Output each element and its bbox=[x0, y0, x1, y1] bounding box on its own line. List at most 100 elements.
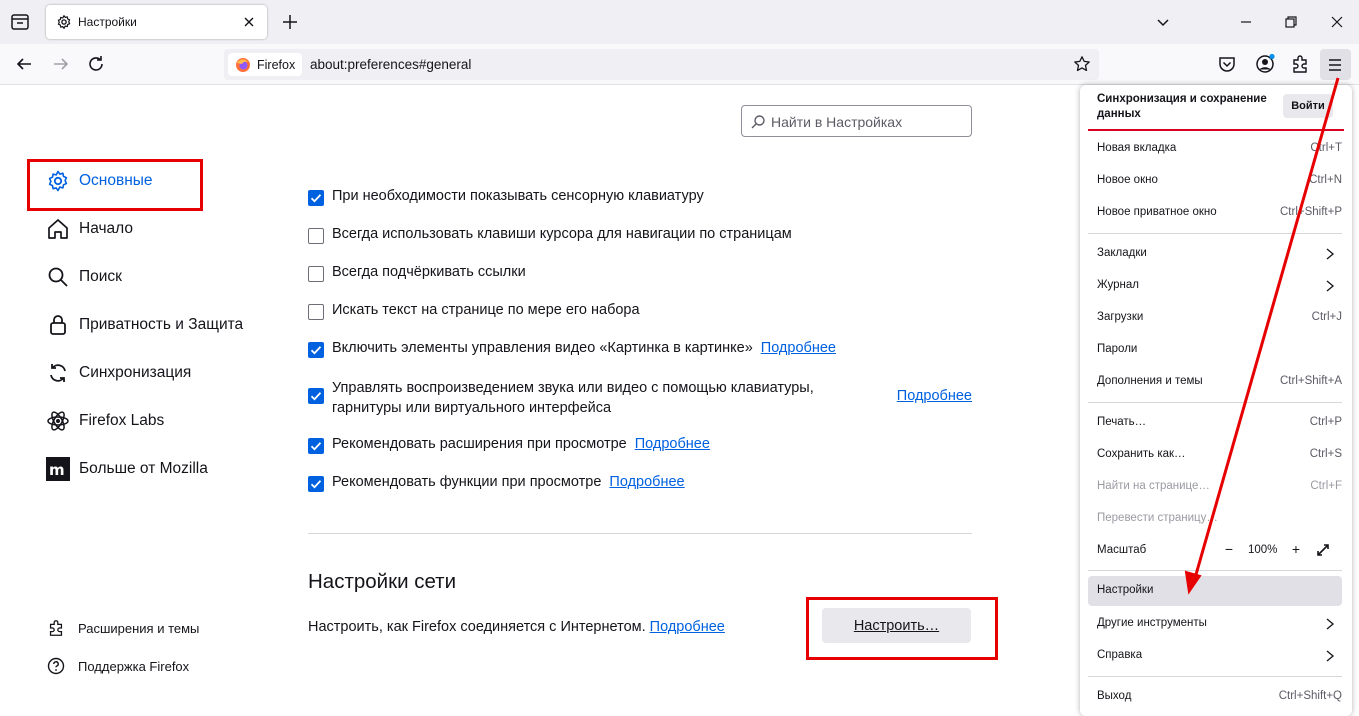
learn-more-link[interactable]: Подробнее bbox=[635, 436, 710, 452]
category-label: Синхронизация bbox=[79, 364, 192, 381]
footer-link-label: Поддержка Firefox bbox=[78, 658, 190, 674]
pocket-icon[interactable] bbox=[1216, 53, 1238, 75]
menu-label: Загрузки bbox=[1097, 311, 1144, 323]
category-label: Приватность и Защита bbox=[79, 316, 244, 333]
addons-themes-link[interactable]: Расширения и темы bbox=[46, 618, 199, 638]
menu-item-find-in-page[interactable]: Найти на странице… Ctrl+F bbox=[1088, 473, 1342, 501]
option-recommend-extensions[interactable]: Рекомендовать расширения при просмотре П… bbox=[308, 436, 710, 454]
option-find-as-type[interactable]: Искать текст на странице по мере его наб… bbox=[308, 302, 640, 320]
option-label: Всегда использовать клавиши курсора для … bbox=[332, 226, 792, 242]
category-label: Больше от Mozilla bbox=[79, 460, 208, 477]
menu-item-new-private-window[interactable]: Новое приватное окно Ctrl+Shift+P bbox=[1088, 199, 1342, 227]
minimize-icon[interactable] bbox=[1236, 12, 1256, 32]
new-tab-icon[interactable] bbox=[279, 11, 301, 33]
url-bar[interactable]: Firefox about:preferences#general bbox=[224, 49, 1099, 80]
firefox-logo-icon bbox=[236, 58, 250, 72]
learn-more-link[interactable]: Подробнее bbox=[761, 340, 836, 356]
category-search[interactable]: Поиск bbox=[46, 265, 122, 289]
menu-item-translate[interactable]: Перевести страницу… bbox=[1088, 505, 1342, 533]
extensions-icon[interactable] bbox=[1289, 53, 1311, 75]
menu-item-settings[interactable]: Настройки bbox=[1088, 576, 1342, 606]
checkbox-checked[interactable] bbox=[308, 476, 324, 492]
identity-label: Firefox bbox=[257, 58, 296, 72]
category-privacy[interactable]: Приватность и Защита bbox=[46, 313, 243, 337]
menu-label: Новое окно bbox=[1097, 174, 1158, 186]
option-media-keys[interactable]: Управлять воспроизведением звука или вид… bbox=[308, 378, 972, 418]
option-underline-links[interactable]: Всегда подчёркивать ссылки bbox=[308, 264, 526, 282]
url-text[interactable]: about:preferences#general bbox=[310, 57, 471, 72]
firefox-support-link[interactable]: Поддержка Firefox bbox=[46, 656, 189, 676]
category-labs[interactable]: Firefox Labs bbox=[46, 409, 164, 433]
checkbox-unchecked[interactable] bbox=[308, 304, 324, 320]
chevron-right-icon bbox=[1326, 650, 1335, 662]
menu-item-history[interactable]: Журнал bbox=[1088, 272, 1342, 300]
tab-settings[interactable]: Настройки bbox=[46, 5, 267, 39]
app-menu-panel: Синхронизация и сохранение данных Войти … bbox=[1080, 85, 1352, 716]
category-sync[interactable]: Синхронизация bbox=[46, 361, 191, 385]
menu-separator bbox=[1088, 676, 1342, 677]
app-menu-button[interactable] bbox=[1320, 49, 1351, 80]
checkbox-unchecked[interactable] bbox=[308, 266, 324, 282]
menu-item-more-tools[interactable]: Другие инструменты bbox=[1088, 610, 1342, 638]
checkbox-unchecked[interactable] bbox=[308, 228, 324, 244]
menu-separator bbox=[1088, 402, 1342, 403]
category-label: Поиск bbox=[79, 268, 122, 285]
learn-more-link[interactable]: Подробнее bbox=[609, 474, 684, 490]
menu-shortcut: Ctrl+Shift+Q bbox=[1278, 690, 1342, 702]
close-window-icon[interactable] bbox=[1327, 12, 1347, 32]
menu-item-new-tab[interactable]: Новая вкладка Ctrl+T bbox=[1088, 135, 1342, 163]
sync-promo-text: Синхронизация и сохранение данных bbox=[1097, 93, 1267, 120]
settings-search-input[interactable]: Найти в Настройках bbox=[741, 105, 972, 137]
reload-icon[interactable] bbox=[85, 53, 107, 75]
search-icon bbox=[751, 115, 765, 129]
zoom-out-icon[interactable]: − bbox=[1220, 540, 1238, 558]
option-touch-keyboard[interactable]: При необходимости показывать сенсорную к… bbox=[308, 188, 704, 206]
close-tab-icon[interactable] bbox=[242, 15, 256, 29]
nav-bar: Firefox about:preferences#general bbox=[0, 44, 1359, 85]
zoom-in-icon[interactable]: + bbox=[1287, 540, 1305, 558]
menu-item-zoom: Масштаб − 100% + bbox=[1088, 537, 1342, 565]
menu-item-bookmarks[interactable]: Закладки bbox=[1088, 240, 1342, 268]
sign-in-button[interactable]: Войти bbox=[1283, 94, 1333, 118]
checkbox-checked[interactable] bbox=[308, 190, 324, 206]
learn-more-link[interactable]: Подробнее bbox=[897, 388, 972, 404]
checkbox-checked[interactable] bbox=[308, 438, 324, 454]
menu-separator bbox=[1088, 233, 1342, 234]
menu-item-passwords[interactable]: Пароли bbox=[1088, 336, 1342, 364]
menu-item-help[interactable]: Справка bbox=[1088, 642, 1342, 670]
menu-item-save-as[interactable]: Сохранить как… Ctrl+S bbox=[1088, 441, 1342, 469]
back-icon[interactable] bbox=[13, 53, 35, 75]
learn-more-link[interactable]: Подробнее bbox=[650, 619, 725, 635]
menu-shortcut: Ctrl+J bbox=[1311, 311, 1342, 323]
menu-shortcut: Ctrl+Shift+A bbox=[1280, 375, 1342, 387]
account-icon[interactable] bbox=[1254, 53, 1276, 75]
zoom-level[interactable]: 100% bbox=[1248, 544, 1277, 556]
bookmark-star-icon[interactable] bbox=[1073, 55, 1091, 73]
menu-item-new-window[interactable]: Новое окно Ctrl+N bbox=[1088, 167, 1342, 195]
list-all-tabs-icon[interactable] bbox=[1153, 12, 1173, 32]
category-home[interactable]: Начало bbox=[46, 217, 133, 241]
forward-icon[interactable] bbox=[50, 53, 72, 75]
identity-box[interactable]: Firefox bbox=[228, 53, 302, 76]
tab-strip: Настройки bbox=[0, 0, 1359, 44]
menu-separator bbox=[1088, 570, 1342, 571]
checkbox-checked[interactable] bbox=[308, 388, 324, 404]
menu-shortcut: Ctrl+T bbox=[1310, 142, 1342, 154]
fullscreen-icon[interactable] bbox=[1315, 542, 1331, 558]
category-more-mozilla[interactable]: m Больше от Mozilla bbox=[46, 457, 208, 481]
menu-item-exit[interactable]: Выход Ctrl+Shift+Q bbox=[1088, 683, 1342, 711]
menu-item-addons[interactable]: Дополнения и темы Ctrl+Shift+A bbox=[1088, 368, 1342, 396]
home-icon bbox=[46, 217, 70, 241]
puzzle-icon bbox=[46, 618, 66, 638]
menu-shortcut: Ctrl+Shift+P bbox=[1280, 206, 1342, 218]
checkbox-checked[interactable] bbox=[308, 342, 324, 358]
restore-icon[interactable] bbox=[1281, 12, 1301, 32]
menu-item-downloads[interactable]: Загрузки Ctrl+J bbox=[1088, 304, 1342, 332]
menu-item-print[interactable]: Печать… Ctrl+P bbox=[1088, 409, 1342, 437]
option-label: Управлять воспроизведением звука или вид… bbox=[332, 380, 814, 416]
option-pip[interactable]: Включить элементы управления видео «Карт… bbox=[308, 340, 836, 358]
menu-label: Другие инструменты bbox=[1097, 617, 1207, 629]
tab-list-icon[interactable] bbox=[9, 11, 31, 33]
option-caret-browsing[interactable]: Всегда использовать клавиши курсора для … bbox=[308, 226, 792, 244]
option-recommend-features[interactable]: Рекомендовать функции при просмотре Подр… bbox=[308, 474, 685, 492]
